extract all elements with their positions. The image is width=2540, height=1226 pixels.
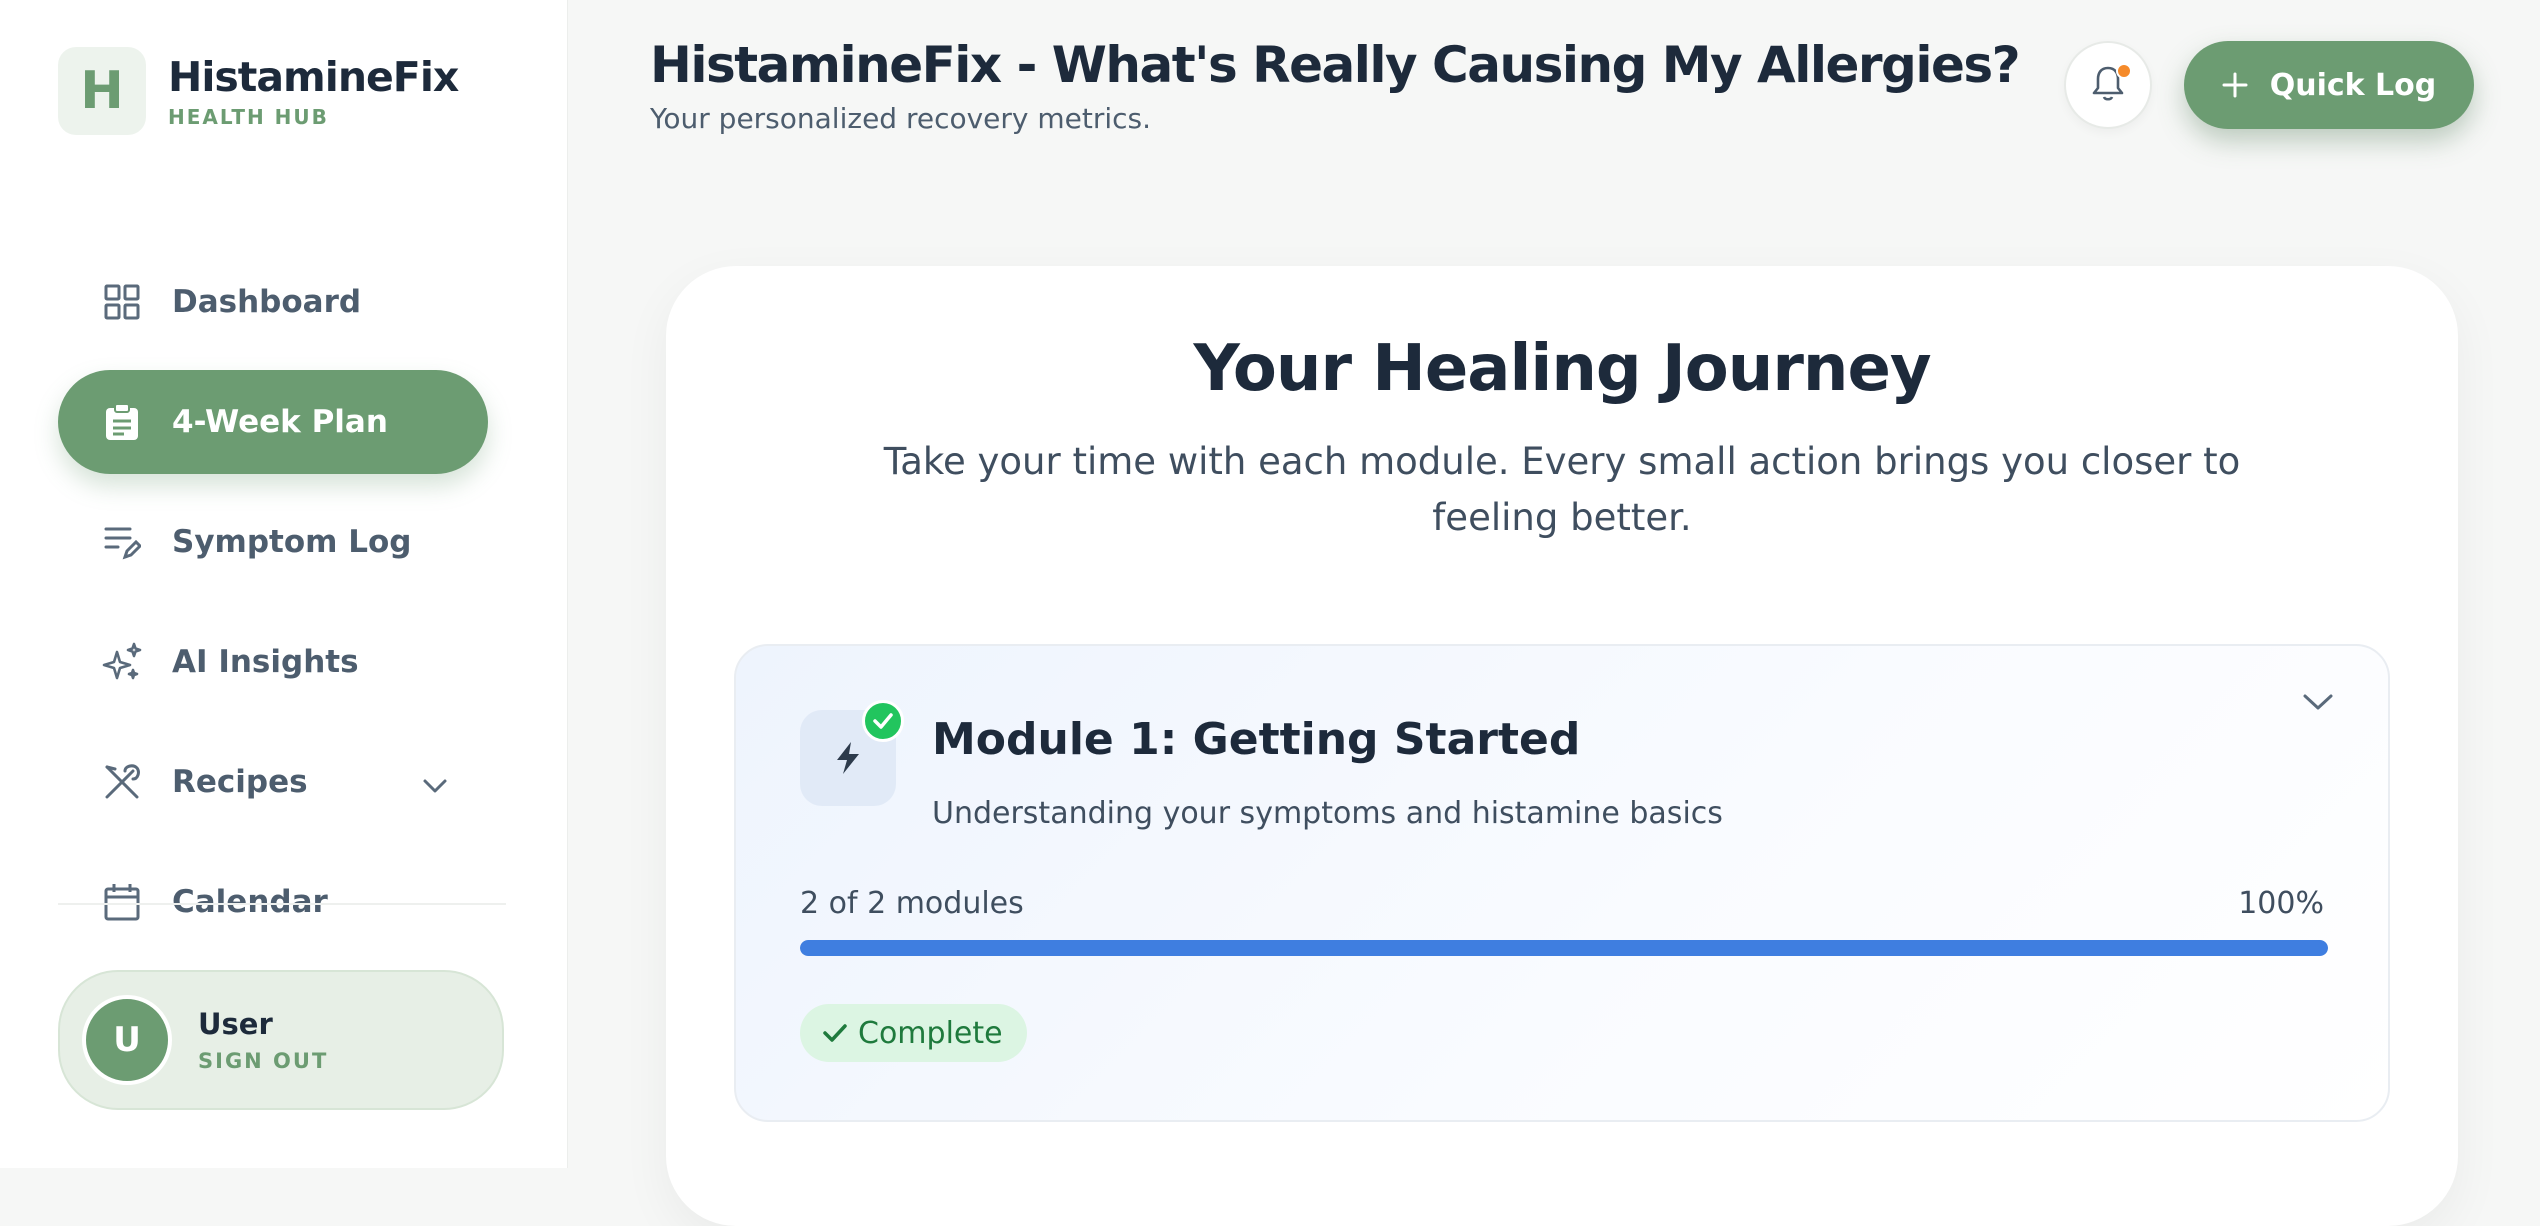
module-title: Module 1: Getting Started [932,714,1581,765]
chevron-down-icon[interactable] [2302,692,2334,716]
sidebar-item-dashboard[interactable]: Dashboard [58,250,488,354]
sidebar-item-calendar[interactable]: Calendar [58,850,488,954]
brand-text: HistamineFix HEALTH HUB [168,53,459,129]
sidebar-item-label: Dashboard [172,284,362,320]
sparkles-icon [102,642,142,682]
module-description: Understanding your symptoms and histamin… [932,796,1723,831]
brand-logo: H [58,47,146,135]
clipboard-icon [102,402,142,442]
sidebar-item-label: 4-Week Plan [172,404,388,440]
utensils-icon [102,762,142,802]
notification-dot [2116,63,2132,79]
journey-subtitle: Take your time with each module. Every s… [883,440,2241,539]
progress-label: 2 of 2 modules [800,886,1024,921]
grid-icon [102,282,142,322]
chevron-down-icon[interactable] [422,766,448,802]
page-subtitle: Your personalized recovery metrics. [650,102,1152,135]
notifications-button[interactable] [2064,41,2152,129]
module-card[interactable]: Module 1: Getting Started Understanding … [734,644,2390,1122]
sidebar-item-label: Recipes [172,764,308,800]
brand[interactable]: H HistamineFix HEALTH HUB [58,47,459,135]
brand-subtitle: HEALTH HUB [168,105,329,129]
sidebar-item-label: Symptom Log [172,524,412,560]
sidebar-item-label: AI Insights [172,644,359,680]
check-icon [823,1024,847,1042]
sidebar-item-recipes[interactable]: Recipes [58,730,488,834]
progress-bar [800,940,2328,956]
page-title: HistamineFix - What's Really Causing My … [650,36,2021,94]
sidebar-item-symptom-log[interactable]: Symptom Log [58,490,488,594]
quick-log-button[interactable]: Quick Log [2184,41,2474,129]
user-card[interactable]: U User SIGN OUT [58,970,504,1110]
sidebar-nav: Dashboard 4-Week Plan Symptom Log AI Ins… [58,250,488,970]
calendar-icon [102,882,142,922]
sidebar-item-label: Calendar [172,884,328,920]
check-circle-icon [862,700,904,742]
list-edit-icon [102,522,142,562]
sidebar-divider [58,903,506,905]
sidebar-item-4-week-plan[interactable]: 4-Week Plan [58,370,488,474]
brand-name: HistamineFix [168,53,459,101]
sidebar: H HistamineFix HEALTH HUB Dashboard 4-We… [0,0,568,1168]
sidebar-item-ai-insights[interactable]: AI Insights [58,610,488,714]
status-badge: Complete [800,1004,1027,1062]
progress-bar-fill [800,940,2328,956]
user-info: User SIGN OUT [198,1007,328,1073]
user-name: User [198,1007,273,1041]
healing-journey-card: Your Healing Journey Take your time with… [666,266,2458,1226]
plus-icon [2222,66,2248,104]
quick-log-label: Quick Log [2269,67,2437,103]
sign-out-link[interactable]: SIGN OUT [198,1049,328,1073]
status-badge-label: Complete [858,1015,1003,1051]
avatar: U [82,995,172,1085]
journey-title: Your Healing Journey [1193,332,1931,406]
progress-percent: 100% [2238,886,2324,921]
